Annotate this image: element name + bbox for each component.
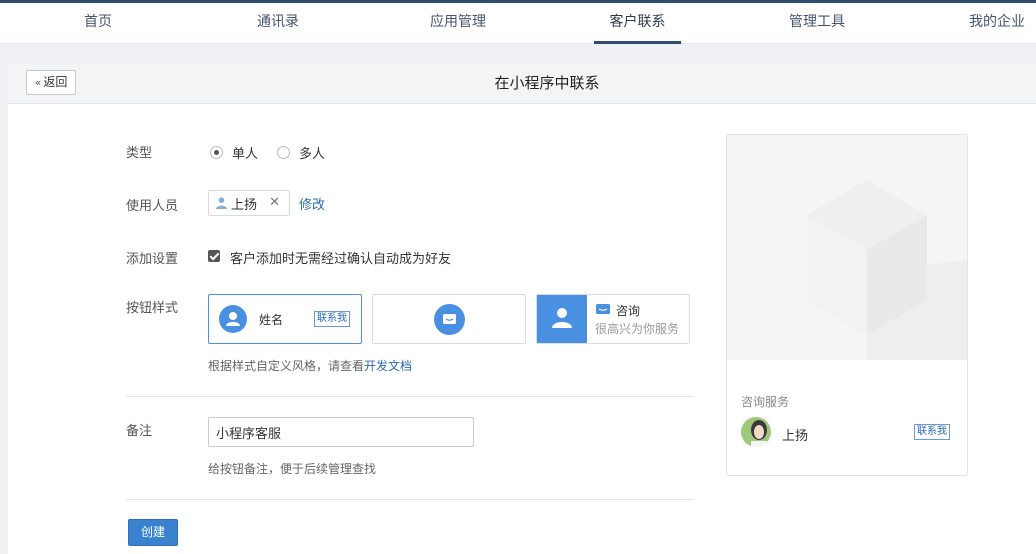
- nav-item-app-management[interactable]: 应用管理: [413, 3, 503, 44]
- hint-prefix: 根据样式自定义风格，请查看: [208, 359, 365, 373]
- users-label: 使用人员: [126, 199, 179, 214]
- remark-hint: 给按钮备注，便于后续管理查找: [208, 462, 377, 476]
- radio-multiple[interactable]: 多人: [277, 143, 325, 162]
- selected-user-name: 上扬: [231, 197, 258, 213]
- user-photo: [741, 417, 771, 447]
- chat-bubble-glyph: [443, 314, 456, 324]
- avatar: [219, 305, 247, 333]
- avatar-square: [537, 295, 587, 343]
- preview-contact-button[interactable]: 联系我: [914, 424, 950, 440]
- dev-docs-link[interactable]: 开发文档: [364, 359, 412, 373]
- button-style-label: 按钮样式: [126, 301, 179, 316]
- avatar: [741, 417, 771, 447]
- nav-item-home[interactable]: 首页: [68, 3, 128, 44]
- top-nav: 首页 通讯录 应用管理 客户联系 管理工具 我的企业: [0, 0, 1036, 44]
- cube-placeholder-icon: [727, 135, 967, 360]
- page-title: 在小程序中联系: [494, 74, 600, 92]
- button-style-option-3[interactable]: 咨询 很高兴为你服务: [536, 294, 690, 344]
- button-style-option-2[interactable]: [372, 294, 526, 344]
- modify-users-link[interactable]: 修改: [299, 194, 325, 213]
- person-icon: [216, 197, 227, 209]
- divider: [126, 499, 694, 500]
- selected-user-tag: 上扬 ✕: [208, 190, 290, 216]
- person-icon: [552, 308, 572, 328]
- style3-subtitle: 很高兴为你服务: [595, 322, 680, 336]
- add-setting-label: 添加设置: [126, 252, 179, 267]
- type-label: 类型: [126, 146, 153, 161]
- create-button[interactable]: 创建: [128, 519, 178, 546]
- remark-input[interactable]: [208, 417, 474, 447]
- preview-title: 咨询服务: [741, 395, 790, 409]
- nav-item-my-enterprise[interactable]: 我的企业: [952, 3, 1036, 44]
- radio-circle-unchecked[interactable]: [277, 146, 290, 159]
- chat-bubble-icon: [434, 304, 465, 335]
- style1-contact-tag: 联系我: [314, 311, 350, 327]
- nav-item-contacts[interactable]: 通讯录: [238, 3, 318, 44]
- card-header: «返回 在小程序中联系: [8, 63, 1036, 104]
- remark-label: 备注: [126, 424, 153, 439]
- preview-image: [727, 135, 967, 360]
- auto-friend-checkbox[interactable]: [208, 250, 220, 262]
- chat-icon: [596, 304, 610, 314]
- style3-title: 咨询: [616, 304, 641, 318]
- radio-single[interactable]: 单人: [210, 143, 258, 162]
- radio-circle-checked[interactable]: [210, 146, 223, 159]
- radio-multiple-label: 多人: [299, 147, 326, 162]
- divider: [126, 396, 694, 397]
- nav-item-customer-contact[interactable]: 客户联系: [594, 3, 681, 44]
- radio-single-label: 单人: [232, 147, 259, 162]
- auto-friend-label: 客户添加时无需经过确认自动成为好友: [230, 252, 452, 267]
- button-style-hint: 根据样式自定义风格，请查看开发文档: [208, 357, 412, 374]
- style1-name: 姓名: [259, 313, 284, 327]
- person-icon: [226, 312, 240, 326]
- remove-user-icon[interactable]: ✕: [269, 195, 280, 210]
- main-card: «返回 在小程序中联系 类型 单人 多人 使用人员 上扬 ✕ 修改 添加设置 客…: [8, 63, 1036, 554]
- nav-item-management-tools[interactable]: 管理工具: [772, 3, 862, 44]
- preview-panel: 咨询服务 上扬 联系我: [726, 134, 968, 476]
- preview-name: 上扬: [782, 429, 809, 444]
- button-style-option-1[interactable]: 姓名 联系我: [208, 294, 362, 344]
